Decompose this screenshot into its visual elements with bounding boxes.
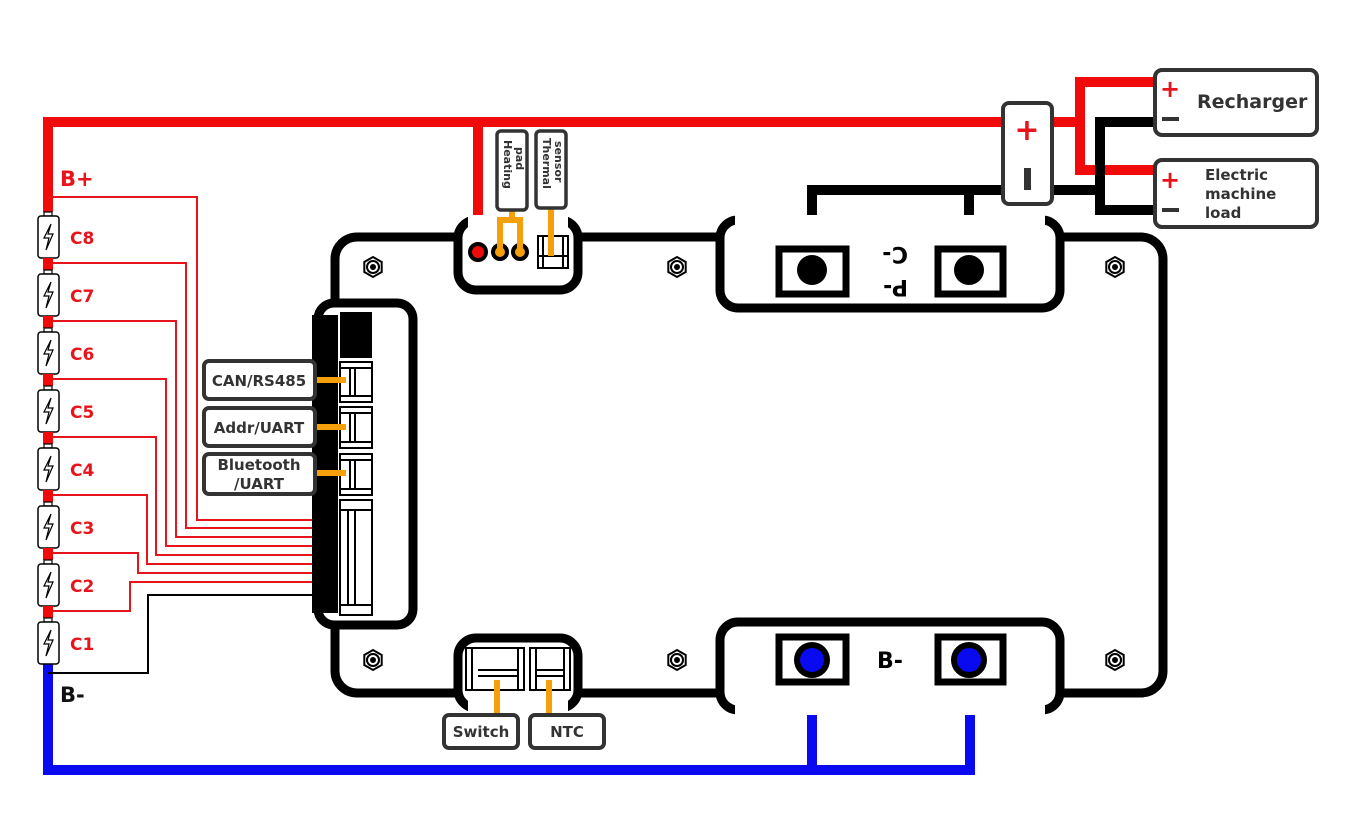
- thermal-sensor-label: Thermal sensor: [534, 129, 568, 210]
- minus-bar-icon: [1024, 168, 1031, 190]
- port-bluetooth-uart: Bluetooth /UART: [202, 452, 317, 496]
- output-polarity-box: +: [1001, 101, 1054, 206]
- minus-icon: [1162, 117, 1179, 121]
- svg-text:machine: machine: [1205, 185, 1276, 203]
- cell-link: [43, 490, 53, 502]
- bottom-connectors: [465, 647, 571, 691]
- cell-link: [43, 432, 53, 444]
- screw-icon: [1105, 255, 1125, 279]
- p-minus-label: P-: [883, 274, 908, 299]
- cell-link: [43, 606, 53, 618]
- svg-text:Addr/UART: Addr/UART: [214, 419, 305, 437]
- screw-icon: [363, 648, 383, 672]
- c-minus-label: C-: [882, 241, 908, 266]
- svg-text:NTC: NTC: [550, 723, 584, 741]
- svg-text:/UART: /UART: [234, 475, 285, 493]
- cell-label: C8: [70, 229, 94, 249]
- battery-cell: C2: [37, 559, 94, 607]
- screw-icon: [667, 255, 687, 279]
- plus-icon: +: [1160, 75, 1180, 103]
- battery-cell: C4: [37, 443, 94, 491]
- svg-text:Bluetooth: Bluetooth: [217, 456, 300, 474]
- bms-wiring-diagram: C8 C7 C6 C5 C4 C3 C2 C1 B+ B- Heating pad Therm…: [37, 68, 1319, 775]
- svg-text:pad: pad: [513, 147, 526, 170]
- battery-cell: C1: [37, 617, 94, 665]
- b-plus-label: B+: [60, 167, 94, 191]
- cell-label: C1: [70, 635, 94, 655]
- svg-text:sensor: sensor: [552, 141, 565, 183]
- svg-text:load: load: [1205, 204, 1241, 222]
- battery-cell: C7: [37, 269, 94, 317]
- b-minus-terminal-label: B-: [877, 649, 903, 674]
- cell-label: C5: [70, 403, 94, 423]
- screw-icon: [667, 648, 687, 672]
- b-minus-label: B-: [60, 683, 85, 707]
- b-minus-sense-wire: [48, 594, 352, 674]
- bms-board: [312, 215, 1168, 715]
- recharger-label: Recharger: [1197, 91, 1308, 113]
- battery-cell: C8: [37, 211, 94, 259]
- port-ntc: NTC: [528, 713, 606, 750]
- screw-icon: [363, 255, 383, 279]
- electric-machine-load-box: + Electric machine load: [1153, 158, 1319, 229]
- cell-label: C4: [70, 461, 94, 481]
- battery-cell: C3: [37, 501, 94, 549]
- side-connectors: [339, 361, 373, 616]
- plus-icon: +: [1160, 166, 1180, 194]
- cell-label: C6: [70, 345, 94, 365]
- minus-icon: [1162, 208, 1179, 212]
- battery-cell: C6: [37, 327, 94, 375]
- cell-label: C3: [70, 519, 94, 539]
- plus-icon: +: [1014, 113, 1039, 148]
- port-addr-uart: Addr/UART: [202, 406, 317, 448]
- recharger-box: + Recharger: [1153, 68, 1319, 137]
- port-switch: Switch: [442, 713, 520, 750]
- svg-text:CAN/RS485: CAN/RS485: [212, 372, 306, 390]
- svg-text:Electric: Electric: [1205, 166, 1268, 184]
- cell-link: [43, 548, 53, 560]
- svg-text:Heating: Heating: [501, 140, 514, 189]
- svg-text:Thermal: Thermal: [540, 138, 553, 189]
- cell-link: [43, 258, 53, 270]
- cell-link: [43, 374, 53, 386]
- cell-label: C7: [70, 287, 94, 307]
- screw-icon: [1105, 648, 1125, 672]
- svg-text:Switch: Switch: [453, 723, 510, 741]
- battery-cell: C5: [37, 385, 94, 433]
- cell-link: [43, 316, 53, 328]
- cell-label: C2: [70, 577, 94, 597]
- port-can-rs485: CAN/RS485: [202, 359, 317, 401]
- heating-pad-label: Heating pad: [495, 129, 529, 212]
